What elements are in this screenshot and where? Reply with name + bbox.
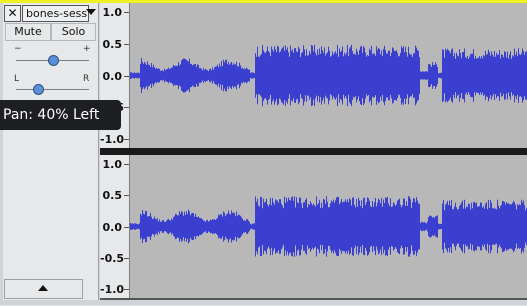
- track-name-menu[interactable]: bones-sessi: [22, 5, 89, 22]
- waveform-channel-right[interactable]: [130, 155, 527, 298]
- collapse-button[interactable]: [4, 279, 83, 299]
- ruler-tick-label: 1.0: [102, 6, 123, 19]
- track-buttons: Mute Solo: [5, 23, 96, 41]
- chevron-down-icon[interactable]: [86, 9, 96, 15]
- ruler-tick-mark: [124, 12, 129, 13]
- pan-right-label: R: [83, 74, 90, 84]
- pan-tooltip: Pan: 40% Left: [0, 100, 121, 130]
- pan-slider-track[interactable]: [16, 89, 89, 90]
- gain-slider-thumb[interactable]: [47, 55, 59, 66]
- waveform-channel-left[interactable]: [130, 3, 527, 148]
- amplitude-ruler-bottom: 1.0 0.5 0.0 -0.5 -1.0: [100, 155, 130, 298]
- ruler-tick-mark: [124, 75, 129, 77]
- close-icon[interactable]: ✕: [4, 5, 21, 22]
- chevron-up-icon: [38, 285, 48, 291]
- ruler-tick-mark: [124, 107, 129, 109]
- ruler-tick-label: 0.0: [102, 220, 123, 234]
- ruler-tick-label: 1.0: [102, 158, 123, 171]
- pan-left-label: L: [14, 74, 20, 84]
- gain-minus-label: −: [14, 44, 22, 54]
- waveform-path: [130, 196, 527, 257]
- ruler-tick-mark: [124, 257, 129, 259]
- pan-slider-thumb[interactable]: [32, 84, 44, 95]
- ruler-tick-label: -1.0: [100, 283, 125, 296]
- ruler-tick-mark: [124, 139, 129, 140]
- solo-button[interactable]: Solo: [51, 23, 96, 41]
- track-title-row: ✕ bones-sessi: [3, 4, 98, 22]
- ruler-tick-mark: [124, 226, 129, 228]
- ruler-tick-mark: [124, 289, 129, 290]
- mute-button[interactable]: Mute: [5, 23, 51, 41]
- ruler-tick-label: -0.5: [100, 251, 125, 265]
- ruler-tick-mark: [124, 195, 129, 197]
- track-bottom-border: [100, 298, 527, 300]
- ruler-tick-label: 0.5: [102, 37, 123, 51]
- ruler-tick-mark: [124, 43, 129, 45]
- waveform-left-svg: [130, 44, 527, 107]
- waveform-path: [130, 44, 527, 107]
- ruler-tick-label: 0.0: [102, 69, 123, 83]
- ruler-tick-label: 0.5: [102, 189, 123, 203]
- waveform-right-svg: [130, 196, 527, 257]
- ruler-tick-mark: [124, 164, 129, 165]
- channel-divider[interactable]: [100, 148, 527, 155]
- gain-plus-label: +: [83, 44, 91, 54]
- ruler-tick-label: -1.0: [100, 133, 125, 146]
